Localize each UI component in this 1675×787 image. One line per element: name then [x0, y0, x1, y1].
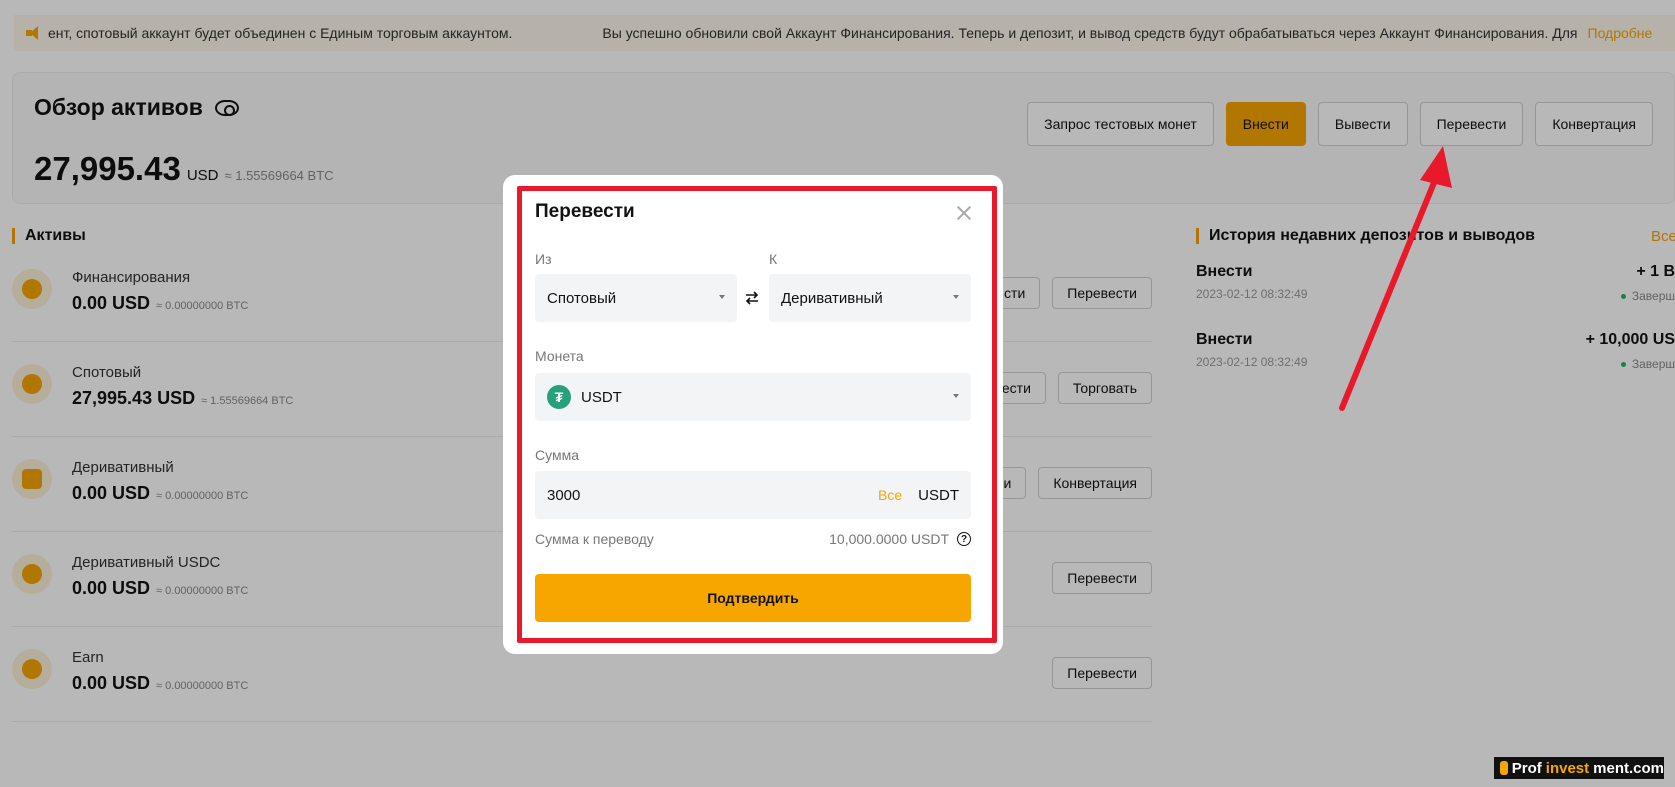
- chevron-down-icon: [719, 295, 725, 299]
- logo-icon: [1500, 761, 1508, 775]
- from-account-value: Спотовый: [547, 289, 617, 307]
- transfer-amount-value: 10,000.0000 USDT: [829, 531, 949, 547]
- amount-unit: USDT: [918, 486, 959, 504]
- to-account-value: Деривативный: [781, 289, 883, 307]
- transfer-amount-label: Сумма к переводу: [535, 531, 654, 547]
- chevron-down-icon: [953, 394, 959, 398]
- transfer-amount-row: Сумма к переводу 10,000.0000 USDT ?: [535, 531, 971, 547]
- to-label: К: [769, 251, 778, 267]
- watermark-part2: invest: [1545, 759, 1590, 777]
- watermark-part3: ment.com: [1593, 759, 1664, 777]
- watermark-logo: Prof invest ment.com: [1494, 757, 1664, 779]
- amount-input[interactable]: 3000 Все USDT: [535, 471, 971, 519]
- coin-select[interactable]: ₮ USDT: [535, 373, 971, 421]
- coin-label: Монета: [535, 348, 584, 364]
- confirm-button[interactable]: Подтвердить: [535, 574, 971, 622]
- amount-label: Сумма: [535, 447, 579, 463]
- to-account-select[interactable]: Деривативный: [769, 274, 971, 322]
- from-label: Из: [535, 251, 552, 267]
- from-account-select[interactable]: Спотовый: [535, 274, 737, 322]
- modal-title: Перевести: [535, 201, 635, 222]
- max-amount-button[interactable]: Все: [878, 487, 902, 503]
- amount-value: 3000: [547, 486, 581, 504]
- coin-value: USDT: [581, 388, 622, 406]
- help-icon[interactable]: ?: [957, 532, 971, 546]
- close-icon[interactable]: [954, 203, 974, 223]
- swap-icon[interactable]: [742, 288, 762, 308]
- usdt-coin-icon: ₮: [547, 385, 571, 409]
- chevron-down-icon: [953, 295, 959, 299]
- watermark-part1: Prof: [1511, 759, 1542, 777]
- transfer-modal: Перевести Из К Спотовый Деривативный Мон…: [503, 175, 1003, 654]
